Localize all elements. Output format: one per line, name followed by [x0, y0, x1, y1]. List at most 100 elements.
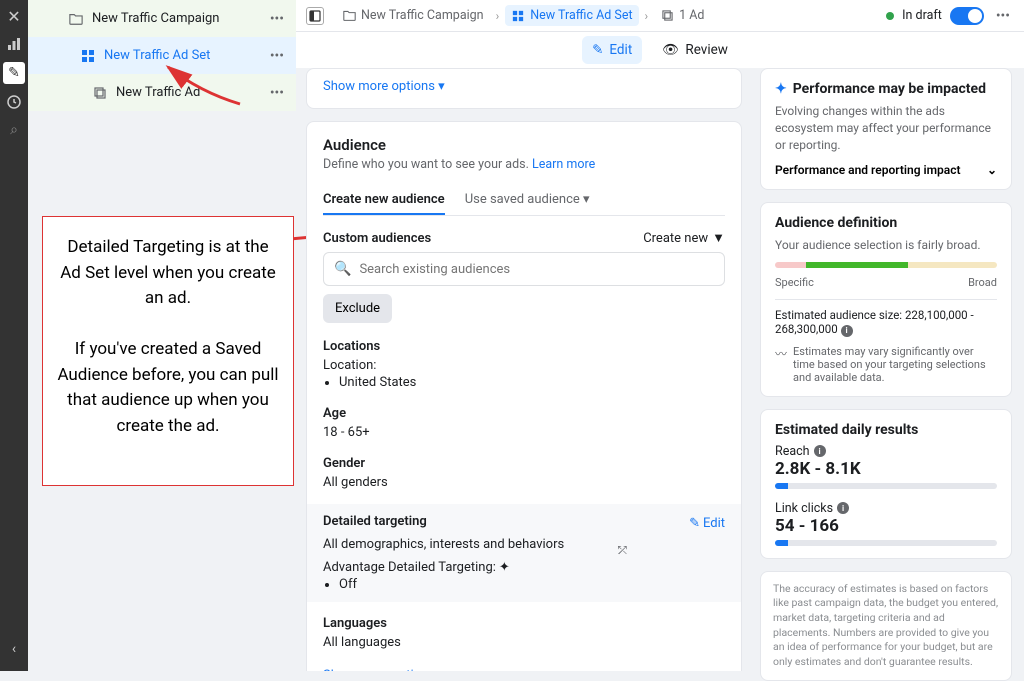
panel-toggle-icon[interactable] [306, 7, 324, 25]
audience-tabs: Create new audience Use saved audience ▾ [323, 186, 725, 216]
reach-bar [775, 483, 997, 489]
tree-ad-label: New Traffic Ad [116, 85, 266, 100]
clicks-bar [775, 540, 997, 546]
detailed-targeting-label: Detailed targeting [323, 514, 427, 529]
reach-label: Reach i [775, 444, 997, 459]
campaign-tree: New Traffic Campaign ••• New Traffic Ad … [28, 0, 296, 111]
gender-label: Gender [323, 456, 725, 471]
exclude-button[interactable]: Exclude [323, 294, 392, 323]
est-audience-size: Estimated audience size: 228,100,000 - 2… [775, 299, 997, 337]
detailed-targeting-value: All demographics, interests and behavior… [323, 537, 725, 552]
annotation-box: Detailed Targeting is at the Ad Set leve… [42, 216, 294, 486]
annotation-p2: If you've created a Saved Audience befor… [55, 337, 281, 439]
reach-value: 2.8K - 8.1K [775, 459, 997, 479]
dots-icon[interactable]: ••• [266, 48, 288, 64]
tab-review[interactable]: 👁 Review [652, 36, 738, 64]
draft-status-label: In draft [902, 8, 942, 23]
create-new-dropdown[interactable]: Create new ▼ [643, 230, 725, 246]
more-icon[interactable]: ••• [992, 8, 1014, 24]
advantage-value: Off [339, 577, 725, 592]
custom-audiences-label: Custom audiences [323, 231, 431, 246]
age-label: Age [323, 406, 725, 421]
clicks-label: Link clicks i [775, 501, 997, 516]
audience-scale [775, 262, 997, 268]
search-icon[interactable]: ⌕ [4, 120, 24, 140]
right-column: ✦Performance may be impacted Evolving ch… [760, 68, 1012, 671]
breadcrumb-campaign-label: New Traffic Campaign [361, 8, 484, 23]
est-note: 〰 Estimates may vary significantly over … [775, 345, 997, 384]
dots-icon[interactable]: ••• [266, 85, 288, 101]
info-icon[interactable]: i [837, 502, 849, 514]
search-audiences-input[interactable]: 🔍 [323, 252, 725, 286]
advantage-row: Advantage Detailed Targeting: ✦ [323, 560, 725, 575]
estimated-daily-card: Estimated daily results Reach i 2.8K - 8… [760, 409, 1012, 559]
tab-review-label: Review [685, 42, 728, 58]
close-icon[interactable]: ✕ [4, 6, 24, 26]
eye-icon: 👁 [662, 42, 679, 58]
info-icon[interactable]: i [814, 445, 826, 457]
search-icon: 🔍 [334, 261, 351, 277]
edit-review-tabs: ✎ Edit 👁 Review [296, 32, 1024, 68]
trend-icon: 〰 [775, 345, 787, 384]
audience-definition-card: Audience definition Your audience select… [760, 202, 1012, 396]
tree-ad[interactable]: New Traffic Ad ••• [28, 74, 296, 111]
tree-adset[interactable]: New Traffic Ad Set ••• [28, 37, 296, 74]
tab-edit-label: Edit [609, 42, 632, 58]
gender-section: Gender All genders [323, 456, 725, 490]
pencil-icon[interactable]: ✎ [3, 62, 25, 84]
tab-edit[interactable]: ✎ Edit [582, 36, 642, 64]
audience-card: Audience Define who you want to see your… [306, 121, 742, 671]
caret-down-icon: ▼ [712, 230, 725, 246]
ad-icon [92, 85, 108, 101]
folder-icon [342, 9, 356, 23]
performance-body: Evolving changes within the ads ecosyste… [775, 103, 997, 153]
learn-more-link[interactable]: Learn more [532, 157, 595, 172]
breadcrumb-adset-label: New Traffic Ad Set [530, 8, 632, 23]
clock-icon[interactable] [4, 92, 24, 112]
annotation-p1: Detailed Targeting is at the Ad Set leve… [55, 235, 281, 312]
locations-section: Locations Location: United States [323, 339, 725, 390]
chevron-down-icon: ⌄ [987, 163, 997, 177]
breadcrumb-ad[interactable]: 1 Ad [654, 5, 710, 26]
expand-icon[interactable]: ‹ [4, 639, 24, 659]
performance-expand[interactable]: Performance and reporting impact ⌄ [775, 163, 997, 177]
chart-icon[interactable] [4, 34, 24, 54]
scale-specific: Specific [775, 276, 814, 289]
pencil-icon: ✎ [592, 42, 603, 58]
languages-value: All languages [323, 635, 725, 650]
performance-card: ✦Performance may be impacted Evolving ch… [760, 68, 1012, 190]
tree-campaign[interactable]: New Traffic Campaign ••• [28, 0, 296, 37]
languages-label: Languages [323, 616, 725, 631]
detailed-targeting-edit[interactable]: ✎Edit [689, 516, 725, 531]
main-column: Show more options ▾ Audience Define who … [296, 68, 752, 671]
topbar: New Traffic Campaign › New Traffic Ad Se… [296, 0, 1024, 32]
gender-value: All genders [323, 475, 725, 490]
audience-title: Audience [323, 136, 725, 154]
dots-icon[interactable]: ••• [266, 11, 288, 27]
ad-icon [660, 9, 674, 23]
audience-subtitle: Define who you want to see your ads. Lea… [323, 157, 725, 172]
pencil-icon: ✎ [689, 516, 700, 531]
sparkle-icon: ✦ [775, 81, 787, 97]
breadcrumb-campaign[interactable]: New Traffic Campaign [336, 5, 490, 26]
location-value: United States [339, 375, 725, 390]
folder-icon [68, 11, 84, 27]
breadcrumb-ad-label: 1 Ad [679, 8, 704, 23]
tab-create-audience[interactable]: Create new audience [323, 186, 445, 215]
toggle-switch[interactable] [950, 7, 984, 25]
disclaimer-card: The accuracy of estimates is based on fa… [760, 571, 1012, 681]
draft-status-dot [886, 12, 894, 20]
search-audiences-field[interactable] [359, 262, 714, 277]
clicks-value: 54 - 166 [775, 516, 997, 536]
scale-broad: Broad [968, 276, 997, 289]
age-value: 18 - 65+ [323, 425, 725, 440]
custom-audiences-header: Custom audiences Create new ▼ [323, 230, 725, 246]
info-icon[interactable]: i [841, 325, 853, 337]
location-sub: Location: [323, 358, 725, 373]
disclaimer-text: The accuracy of estimates is based on fa… [773, 582, 999, 670]
show-more-options[interactable]: Show more options ▾ [323, 79, 445, 94]
card-top-fragment: Show more options ▾ [306, 68, 742, 109]
breadcrumb-adset[interactable]: New Traffic Ad Set [505, 5, 638, 26]
performance-title: ✦Performance may be impacted [775, 81, 997, 97]
tab-saved-audience[interactable]: Use saved audience ▾ [465, 186, 590, 215]
